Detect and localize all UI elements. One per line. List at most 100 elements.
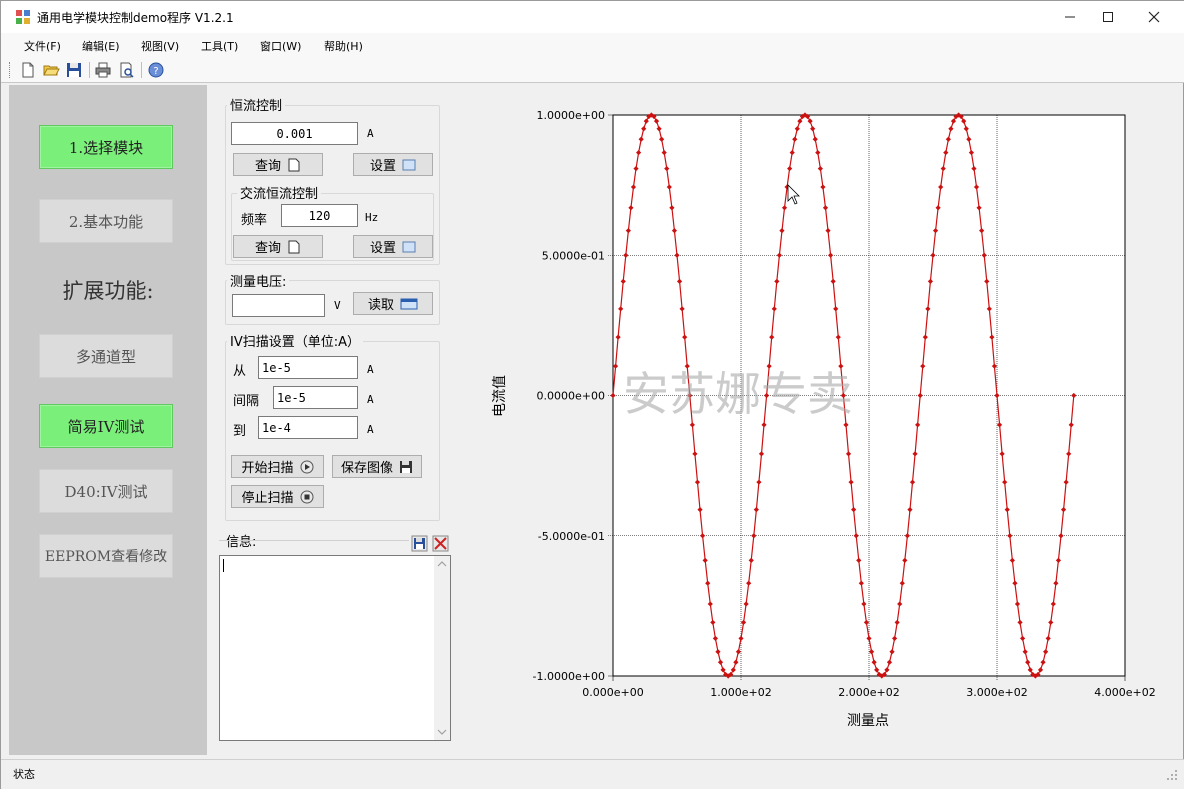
current-query-button[interactable]: 查询	[233, 153, 323, 176]
menu-edit[interactable]: 编辑(E)	[82, 38, 120, 54]
frequency-unit: Hz	[365, 211, 379, 224]
voltage-value-field[interactable]	[232, 294, 325, 317]
maximize-icon	[1103, 12, 1113, 22]
current-value-input[interactable]: 0.001	[231, 122, 358, 145]
constant-current-title: 恒流控制	[227, 95, 286, 114]
menu-file[interactable]: 文件(F)	[24, 38, 61, 54]
status-bar: 状态	[1, 759, 1184, 789]
y-tick-label: 5.0000e-01	[542, 249, 605, 262]
x-tick-label: 3.000e+02	[966, 686, 1027, 699]
y-tick-label: -5.0000e-01	[538, 530, 605, 543]
scan-step-input[interactable]: 1e-5	[273, 386, 358, 409]
about-icon[interactable]: ?	[147, 61, 165, 79]
status-text: 状态	[13, 768, 35, 781]
voltage-unit: V	[334, 299, 341, 312]
start-scan-label: 开始扫描	[241, 461, 294, 476]
current-chart[interactable]: 1.0000e+00 5.0000e-01 0.0000e+00 -5.0000e-0…	[462, 85, 1176, 755]
save-log-icon[interactable]	[411, 535, 428, 552]
settings-window-icon	[402, 159, 416, 170]
clear-log-icon[interactable]	[432, 535, 449, 552]
d40-iv-button[interactable]: D40:IV测试	[39, 469, 173, 513]
save-image-button[interactable]: 保存图像	[332, 455, 422, 478]
menu-help[interactable]: 帮助(H)	[324, 38, 363, 54]
stop-icon	[300, 490, 313, 503]
x-tick-label: 1.000e+02	[710, 686, 771, 699]
eeprom-button[interactable]: EEPROM查看修改	[39, 534, 173, 578]
app-window: 通用电学模块控制demo程序 V1.2.1 文件(F) 编辑(E) 视图(V) …	[0, 0, 1184, 789]
control-panel: 恒流控制 0.001 A 查询 设置 交流恒流控制 频率 120 Hz 查询 设…	[207, 85, 462, 755]
stop-scan-button[interactable]: 停止扫描	[231, 485, 324, 508]
toolbar-grip[interactable]	[9, 62, 12, 78]
menu-bar: 文件(F) 编辑(E) 视图(V) 工具(T) 窗口(W) 帮助(H)	[1, 33, 1184, 57]
x-axis-label: 测量点	[847, 713, 889, 729]
save-icon[interactable]	[65, 61, 83, 79]
info-divider	[219, 540, 409, 541]
y-axis-label: 电流值	[492, 375, 508, 417]
scan-from-input[interactable]: 1e-5	[258, 356, 358, 379]
toolbar: ?	[1, 57, 1184, 83]
print-icon[interactable]	[94, 61, 112, 79]
scan-to-label: 到	[233, 424, 247, 439]
current-query-label: 查询	[254, 159, 281, 174]
frequency-label: 频率	[241, 213, 268, 228]
print-preview-icon[interactable]	[118, 61, 136, 79]
close-button[interactable]	[1131, 1, 1177, 33]
x-tick-labels: 0.000e+00 1.000e+02 2.000e+02 3.000e+02 4.00…	[582, 686, 1155, 699]
x-tick-label: 0.000e+00	[582, 686, 643, 699]
document-icon	[288, 240, 300, 253]
svg-text:?: ?	[153, 66, 158, 77]
ac-set-button[interactable]: 设置	[353, 235, 433, 258]
close-icon	[1148, 11, 1160, 23]
info-textarea[interactable]	[219, 555, 451, 741]
select-module-button[interactable]: 1.选择模块	[39, 125, 173, 169]
nav-panel: 1.选择模块 2.基本功能 扩展功能: 多通道型 简易IV测试 D40:IV测试…	[9, 85, 207, 755]
toolbar-separator	[89, 62, 90, 78]
current-set-button[interactable]: 设置	[353, 153, 433, 176]
menu-tools[interactable]: 工具(T)	[201, 38, 238, 54]
basic-functions-button[interactable]: 2.基本功能	[39, 199, 173, 243]
window-title: 通用电学模块控制demo程序 V1.2.1	[37, 11, 234, 25]
document-icon	[288, 158, 300, 171]
resize-grip-icon[interactable]	[1167, 770, 1177, 780]
ac-set-label: 设置	[369, 241, 396, 256]
toolbar-separator	[141, 62, 142, 78]
y-tick-label: 0.0000e+00	[537, 390, 605, 403]
save-icon	[400, 460, 412, 473]
multichannel-button[interactable]: 多通道型	[39, 334, 173, 378]
current-set-label: 设置	[369, 159, 396, 174]
x-tick-label: 2.000e+02	[838, 686, 899, 699]
extended-functions-label: 扩展功能:	[62, 279, 154, 303]
iv-scan-title: IV扫描设置（单位:A）	[227, 331, 364, 350]
save-image-label: 保存图像	[340, 461, 393, 476]
maximize-button[interactable]	[1085, 1, 1131, 33]
open-folder-icon[interactable]	[42, 61, 60, 79]
text-cursor	[223, 559, 224, 572]
info-scrollbar[interactable]	[434, 556, 450, 740]
simple-iv-button[interactable]: 简易IV测试	[39, 404, 173, 448]
play-icon	[300, 460, 313, 473]
stop-scan-label: 停止扫描	[241, 491, 294, 506]
menu-window[interactable]: 窗口(W)	[260, 38, 301, 54]
current-unit: A	[367, 127, 374, 140]
ac-current-title: 交流恒流控制	[237, 183, 322, 202]
y-tick-labels: 1.0000e+00 5.0000e-01 0.0000e+00 -5.0000e-0…	[533, 109, 605, 683]
voltage-read-button[interactable]: 读取	[353, 292, 433, 315]
start-scan-button[interactable]: 开始扫描	[231, 455, 324, 478]
ac-query-button[interactable]: 查询	[233, 235, 323, 258]
y-tick-label: -1.0000e+00	[533, 670, 605, 683]
window-icon	[400, 298, 418, 309]
scroll-up-icon[interactable]	[437, 560, 447, 568]
scan-to-input[interactable]: 1e-4	[258, 416, 358, 439]
scroll-down-icon[interactable]	[437, 728, 447, 736]
y-tick-label: 1.0000e+00	[537, 109, 605, 122]
watermark-text: 安苏娜专卖	[623, 367, 853, 421]
ac-query-label: 查询	[254, 241, 281, 256]
scan-step-label: 间隔	[233, 394, 260, 409]
x-tick-label: 4.000e+02	[1094, 686, 1155, 699]
minimize-icon	[1065, 16, 1075, 18]
scan-from-unit: A	[367, 363, 374, 376]
frequency-input[interactable]: 120	[281, 204, 358, 227]
menu-view[interactable]: 视图(V)	[141, 38, 179, 54]
new-file-icon[interactable]	[19, 61, 37, 79]
app-icon	[16, 10, 30, 24]
